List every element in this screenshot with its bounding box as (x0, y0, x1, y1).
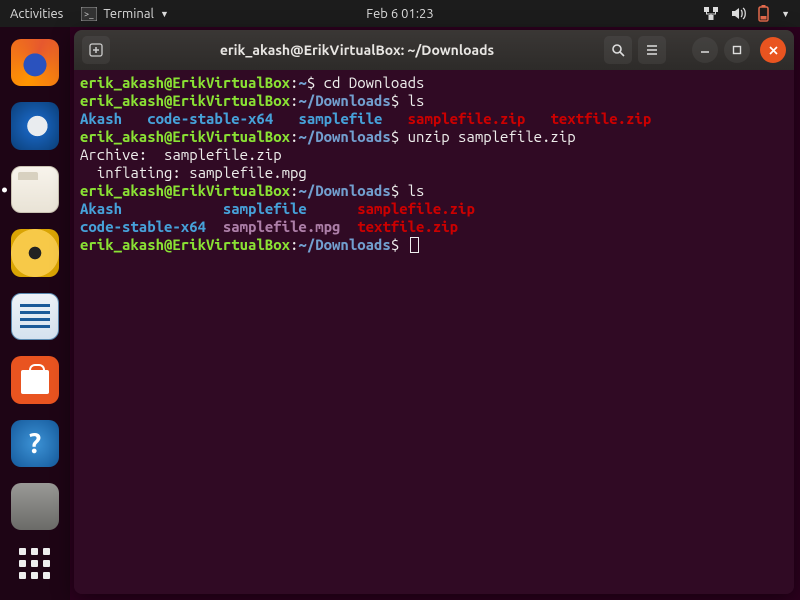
dock-ubuntu-software[interactable] (11, 356, 59, 403)
prompt-symbol: $ (391, 128, 399, 145)
prompt-user: erik_akash@ErikVirtualBox (80, 92, 290, 109)
ls-entry-archive: textfile.zip (357, 218, 458, 235)
ls-entry-dir: samplefile (298, 110, 382, 127)
search-button[interactable] (604, 36, 632, 64)
prompt-symbol: $ (307, 74, 315, 91)
prompt-user: erik_akash@ErikVirtualBox (80, 182, 290, 199)
ls-entry-dir: samplefile (223, 200, 307, 217)
dock-libreoffice-writer[interactable] (11, 293, 59, 340)
active-indicator-dot (2, 187, 7, 192)
ls-entry-media: samplefile.mpg (223, 218, 341, 235)
chevron-down-icon: ▼ (781, 9, 790, 19)
prompt-path: ~/Downloads (298, 92, 390, 109)
close-icon (768, 45, 779, 56)
topbar-app-menu[interactable]: >_ Terminal ▼ (81, 7, 169, 21)
prompt-user: erik_akash@ErikVirtualBox (80, 236, 290, 253)
close-button[interactable] (760, 37, 786, 63)
hamburger-icon (645, 43, 659, 57)
spacer (122, 110, 147, 127)
gnome-topbar: Activities >_ Terminal ▼ Feb 6 01:23 ▼ (0, 0, 800, 27)
window-title: erik_akash@ErikVirtualBox: ~/Downloads (116, 42, 598, 58)
topbar-clock[interactable]: Feb 6 01:23 (366, 7, 433, 21)
network-icon (704, 6, 719, 21)
ls-entry-dir: code-stable-x64 (80, 218, 206, 235)
prompt-path: ~/Downloads (298, 236, 390, 253)
help-icon: ? (29, 428, 41, 459)
prompt-user: erik_akash@ErikVirtualBox (80, 128, 290, 145)
volume-icon (731, 6, 746, 21)
unzip-inflate-line: inflating: samplefile.mpg (80, 164, 307, 181)
spacer (122, 200, 223, 217)
dock-rhythmbox[interactable] (11, 229, 59, 276)
ls-entry-dir: Akash (80, 200, 122, 217)
ls-entry-archive: samplefile.zip (357, 200, 475, 217)
topbar-status-area[interactable]: ▼ (704, 5, 790, 22)
prompt-user: erik_akash@ErikVirtualBox (80, 74, 290, 91)
hamburger-menu-button[interactable] (638, 36, 666, 64)
battery-icon (758, 5, 769, 22)
terminal-output[interactable]: erik_akash@ErikVirtualBox:~$ cd Download… (74, 70, 794, 594)
dock-trash[interactable] (11, 483, 59, 530)
dock-help[interactable]: ? (11, 420, 59, 467)
unzip-archive-line: Archive: samplefile.zip (80, 146, 282, 163)
svg-text:>_: >_ (84, 9, 94, 19)
cmd-text: ls (399, 92, 424, 109)
search-icon (611, 43, 625, 57)
dock-files[interactable] (11, 166, 59, 213)
activities-button[interactable]: Activities (10, 7, 63, 21)
new-tab-button[interactable] (82, 36, 110, 64)
ls-entry-archive: textfile.zip (550, 110, 651, 127)
minimize-icon (699, 44, 711, 56)
ubuntu-dock: ? (0, 27, 70, 600)
spacer (273, 110, 298, 127)
window-titlebar: erik_akash@ErikVirtualBox: ~/Downloads (74, 30, 794, 70)
dock-thunderbird[interactable] (11, 102, 59, 149)
prompt-path: ~/Downloads (298, 182, 390, 199)
cmd-text: cd Downloads (315, 74, 424, 91)
spacer (307, 200, 357, 217)
chevron-down-icon: ▼ (160, 9, 169, 19)
spacer (525, 110, 550, 127)
ls-entry-archive: samplefile.zip (408, 110, 526, 127)
topbar-app-name: Terminal (103, 7, 154, 21)
terminal-cursor (410, 237, 419, 253)
prompt-path: ~/Downloads (298, 128, 390, 145)
ls-entry-dir: code-stable-x64 (147, 110, 273, 127)
spacer (340, 218, 357, 235)
prompt-symbol: $ (391, 236, 399, 253)
dock-firefox[interactable] (11, 39, 59, 86)
ls-entry-dir: Akash (80, 110, 122, 127)
new-tab-icon (89, 43, 103, 57)
prompt-symbol: $ (391, 92, 399, 109)
spacer (206, 218, 223, 235)
terminal-window: erik_akash@ErikVirtualBox: ~/Downloads e… (74, 30, 794, 594)
minimize-button[interactable] (692, 37, 718, 63)
cmd-text: unzip samplefile.zip (399, 128, 575, 145)
maximize-button[interactable] (724, 37, 750, 63)
prompt-path: ~ (298, 74, 306, 91)
cmd-text: ls (399, 182, 424, 199)
spacer (382, 110, 407, 127)
prompt-symbol: $ (391, 182, 399, 199)
maximize-icon (731, 44, 743, 56)
terminal-icon: >_ (81, 7, 97, 21)
show-applications-button[interactable] (17, 546, 53, 582)
